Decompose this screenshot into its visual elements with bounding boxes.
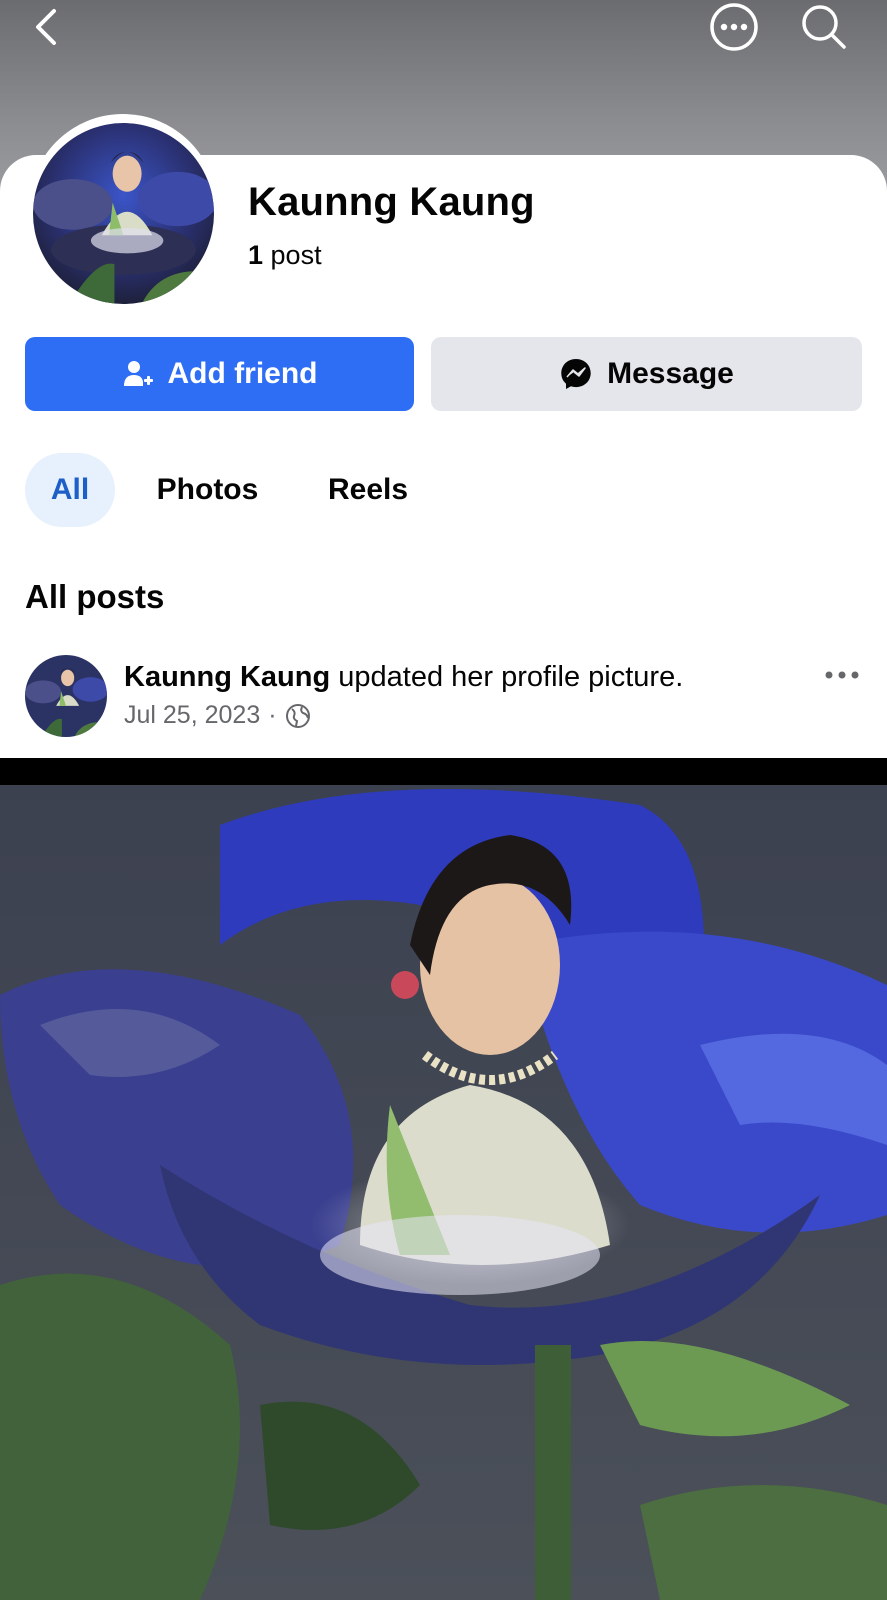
tab-photos[interactable]: Photos bbox=[145, 453, 270, 527]
tab-reels-label: Reels bbox=[327, 473, 409, 506]
search-icon bbox=[802, 5, 846, 49]
post-action-text: updated her profile picture. bbox=[330, 661, 684, 693]
tab-photos-label: Photos bbox=[156, 473, 259, 506]
profile-picture-image bbox=[33, 123, 214, 304]
post-meta: Jul 25, 2023 · bbox=[124, 701, 311, 730]
post-count: 1 post bbox=[248, 240, 322, 271]
post-count-number: 1 bbox=[248, 240, 264, 270]
more-circle-icon bbox=[710, 3, 758, 51]
chevron-left-icon bbox=[36, 9, 56, 45]
globe-icon bbox=[285, 703, 310, 728]
meta-separator: · bbox=[268, 701, 277, 729]
profile-avatar[interactable] bbox=[33, 123, 214, 304]
message-button[interactable]: Message bbox=[431, 337, 862, 411]
post-author-avatar[interactable] bbox=[25, 655, 107, 737]
post-photo[interactable] bbox=[0, 785, 887, 1600]
image-top-border bbox=[0, 758, 887, 785]
post-photo-image bbox=[0, 785, 887, 1600]
tab-all[interactable]: All bbox=[25, 453, 115, 527]
post-author-avatar-image bbox=[25, 655, 107, 737]
tab-all-label: All bbox=[50, 473, 90, 506]
profile-name: Kaunng Kaung bbox=[248, 180, 535, 224]
section-title: All posts bbox=[25, 578, 165, 615]
message-label: Message bbox=[607, 357, 734, 390]
add-person-icon bbox=[123, 361, 153, 386]
more-options-button[interactable] bbox=[707, 0, 761, 54]
post-date[interactable]: Jul 25, 2023 bbox=[124, 701, 260, 730]
post-count-label: post bbox=[263, 240, 322, 270]
post-author-name[interactable]: Kaunng Kaung bbox=[124, 661, 330, 693]
back-button[interactable] bbox=[20, 0, 74, 54]
add-friend-label: Add friend bbox=[167, 357, 318, 390]
tab-reels[interactable]: Reels bbox=[318, 453, 418, 527]
post-options-button[interactable] bbox=[822, 660, 862, 690]
messenger-icon bbox=[561, 359, 591, 389]
search-button[interactable] bbox=[797, 0, 851, 54]
more-horizontal-icon bbox=[825, 671, 859, 679]
post-headline: Kaunng Kaung updated her profile picture… bbox=[124, 661, 683, 694]
add-friend-button[interactable]: Add friend bbox=[25, 337, 414, 411]
